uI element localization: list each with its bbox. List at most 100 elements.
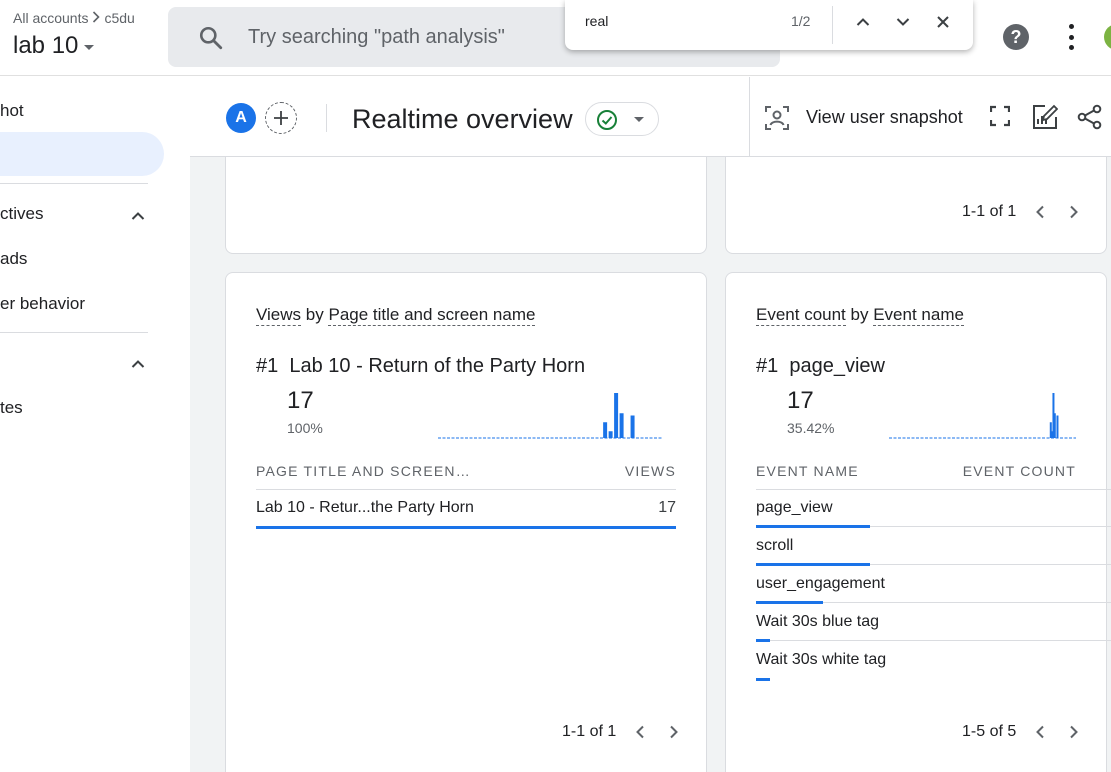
plus-icon: [274, 111, 288, 125]
dimension-label[interactable]: Page title and screen name: [328, 305, 536, 326]
top-item: #1 Lab 10 - Return of the Party Horn: [256, 355, 585, 378]
user-snapshot-icon[interactable]: [764, 105, 790, 136]
close-icon[interactable]: [933, 12, 953, 32]
metric-label[interactable]: Views: [256, 305, 302, 326]
pager-range: 1-1 of 1: [962, 203, 1017, 220]
dimension-label[interactable]: Event name: [873, 305, 964, 326]
sparkline-bar: [619, 413, 624, 438]
sidebar-item-user-behavior[interactable]: er behavior: [0, 294, 85, 314]
sidebar-nav: hot ctives ads er behavior tes: [0, 77, 190, 772]
chevron-right-icon: [92, 10, 101, 26]
find-match-count: 1/2: [791, 13, 811, 29]
comparison-avatar[interactable]: A: [226, 103, 256, 133]
sparkline-chart: [889, 393, 1076, 439]
column-header-metric[interactable]: VIEWS: [625, 463, 676, 479]
account-avatar[interactable]: [1104, 24, 1111, 50]
help-icon[interactable]: ?: [1003, 24, 1029, 50]
breadcrumb-account[interactable]: c5du: [104, 10, 134, 26]
column-header-dimension: PAGE TITLE AND SCREEN…: [256, 463, 471, 479]
row-share-bar: [756, 678, 770, 681]
card-title[interactable]: Views by Page title and screen name: [256, 305, 536, 326]
pager-range: 1-5 of 5: [962, 723, 1017, 740]
pager: 1-1 of 1: [562, 722, 684, 742]
chevron-right-icon[interactable]: [664, 722, 684, 742]
sparkline-bar: [608, 431, 613, 438]
dropdown-arrow-icon: [634, 117, 644, 122]
chevron-left-icon[interactable]: [1030, 722, 1050, 742]
chevron-up-icon[interactable]: [131, 356, 145, 368]
row-label: Wait 30s blue tag: [756, 613, 880, 630]
card-title[interactable]: Event count by Event name: [756, 305, 964, 326]
search-icon: [198, 25, 224, 56]
sparkline-bar: [614, 393, 619, 438]
sparkline-bar: [603, 422, 608, 438]
table-row[interactable]: user_engagement 10: [756, 565, 1111, 604]
sidebar-item-templates[interactable]: tes: [0, 398, 23, 418]
property-selector[interactable]: lab 10: [13, 32, 95, 60]
pager: 1-1 of 1: [962, 202, 1084, 222]
sidebar-item-snapshot[interactable]: hot: [0, 101, 24, 121]
chevron-left-icon[interactable]: [630, 722, 650, 742]
card-event-count: Event count by Event name #1 page_view 1…: [725, 272, 1111, 772]
row-value: 17: [658, 499, 676, 516]
top-rank: #1: [756, 355, 779, 377]
sparkline-chart: [438, 393, 663, 439]
view-user-snapshot-button[interactable]: View user snapshot: [806, 107, 963, 128]
row-share-bar: [256, 526, 676, 529]
row-label: Lab 10 - Retur...the Party Horn: [256, 499, 474, 516]
top-item: #1 page_view: [756, 355, 885, 378]
top-percent: 100%: [287, 420, 323, 436]
row-label: scroll: [756, 537, 794, 554]
sidebar-item-realtime-active[interactable]: [0, 132, 164, 176]
breadcrumb[interactable]: All accounts c5du: [13, 10, 135, 26]
check-circle-icon: [596, 109, 618, 136]
chevron-left-icon[interactable]: [1030, 202, 1050, 222]
table-row[interactable]: Lab 10 - Retur...the Party Horn 17: [256, 489, 676, 529]
search-input[interactable]: [248, 23, 548, 51]
table-row[interactable]: Wait 30s blue tag 2: [756, 603, 1111, 642]
top-item-label: page_view: [789, 355, 885, 377]
find-query[interactable]: real: [585, 13, 608, 29]
top-item-label: Lab 10 - Return of the Party Horn: [289, 355, 586, 377]
sparkline-bar: [1056, 415, 1059, 438]
card-views-by-page: Views by Page title and screen name #1 L…: [225, 272, 707, 772]
top-rank: #1: [256, 355, 279, 377]
fullscreen-icon[interactable]: [989, 104, 1011, 133]
share-icon[interactable]: [1077, 104, 1103, 135]
data-status-dropdown[interactable]: [585, 102, 659, 136]
sidebar-section-objectives[interactable]: ctives: [0, 204, 43, 224]
dropdown-arrow-icon: [84, 45, 95, 50]
pager: 1-5 of 5: [962, 722, 1084, 742]
sparkline-bar: [1053, 413, 1056, 438]
add-comparison-button[interactable]: [265, 102, 297, 134]
table-row[interactable]: page_view 17: [756, 489, 1111, 528]
more-vert-icon[interactable]: [1066, 24, 1076, 50]
chevron-up-icon[interactable]: [853, 12, 873, 32]
chevron-down-icon[interactable]: [893, 12, 913, 32]
row-label: Wait 30s white tag: [756, 651, 887, 668]
table-row[interactable]: scroll 17: [756, 527, 1111, 566]
breadcrumb-accounts[interactable]: All accounts: [13, 10, 88, 26]
column-header-metric[interactable]: EVENT COUNT: [963, 463, 1076, 479]
find-in-page-bar: real 1/2: [565, 0, 973, 50]
top-percent: 35.42%: [787, 420, 835, 436]
table-row[interactable]: Wait 30s white tag 2: [756, 641, 1111, 681]
report-header: A Realtime overview View user snapshot: [190, 77, 1111, 157]
row-label: page_view: [756, 499, 833, 516]
metric-label[interactable]: Event count: [756, 305, 846, 326]
edit-report-icon[interactable]: [1032, 104, 1059, 135]
sidebar-divider: [0, 183, 148, 184]
header-divider: [749, 77, 750, 157]
chevron-right-icon[interactable]: [1064, 202, 1084, 222]
column-header-dimension: EVENT NAME: [756, 463, 859, 479]
pager-range: 1-1 of 1: [562, 723, 617, 740]
sparkline-bar: [630, 415, 635, 438]
page-title: Realtime overview: [352, 104, 573, 134]
card-title-by: by: [305, 305, 324, 324]
sidebar-item-leads[interactable]: ads: [0, 249, 27, 269]
chevron-right-icon[interactable]: [1064, 722, 1084, 742]
sidebar-divider: [0, 332, 148, 333]
header-divider: [326, 104, 327, 132]
main-content: 1-1 of 1 Views by Page title and screen …: [190, 77, 1111, 772]
chevron-up-icon[interactable]: [131, 208, 145, 220]
